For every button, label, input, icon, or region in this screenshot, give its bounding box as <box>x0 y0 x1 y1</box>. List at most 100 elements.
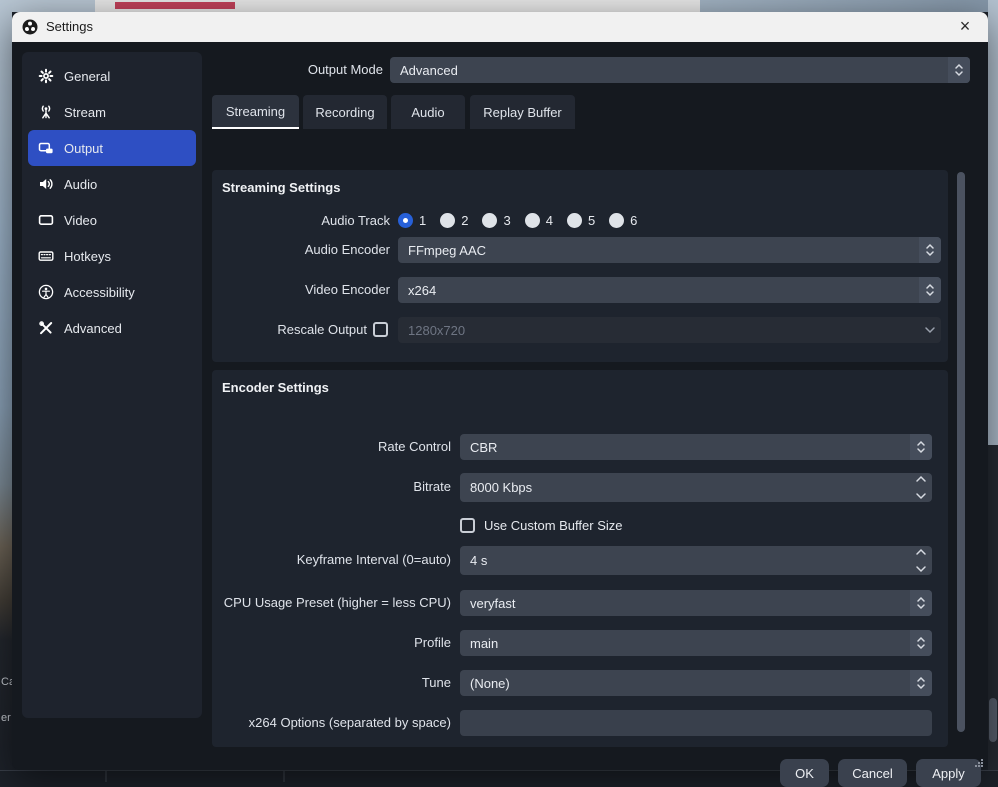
radio-label: 6 <box>630 213 637 228</box>
rate-control-select[interactable]: CBR <box>460 434 932 460</box>
keyboard-icon <box>38 248 54 264</box>
profile-label: Profile <box>212 630 451 656</box>
custom-buffer-label: Use Custom Buffer Size <box>484 518 622 533</box>
resize-grip-icon[interactable] <box>974 758 984 768</box>
vertical-scrollbar[interactable] <box>957 172 965 732</box>
video-encoder-value: x264 <box>408 283 436 298</box>
audio-track-radio-1[interactable]: 1 <box>398 213 426 228</box>
audio-track-radio-5[interactable]: 5 <box>567 213 595 228</box>
audio-track-radio-3[interactable]: 3 <box>482 213 510 228</box>
tab-replay-buffer[interactable]: Replay Buffer <box>470 95 575 129</box>
sidebar-item-output[interactable]: Output <box>28 130 196 166</box>
obs-logo-icon <box>22 19 38 35</box>
keyframe-interval-label: Keyframe Interval (0=auto) <box>212 547 451 573</box>
tab-recording[interactable]: Recording <box>303 95 387 129</box>
spinner-updown-icon[interactable] <box>919 277 941 303</box>
tab-audio[interactable]: Audio <box>391 95 465 129</box>
radio-icon <box>525 213 540 228</box>
backdrop-sky <box>0 0 95 12</box>
spinner-updown-icon[interactable] <box>910 434 932 460</box>
cpu-preset-label: CPU Usage Preset (higher = less CPU) <box>212 590 451 616</box>
rescale-resolution-value: 1280x720 <box>408 323 465 338</box>
spinner-updown-icon[interactable] <box>919 237 941 263</box>
sidebar-item-label: Output <box>64 141 103 156</box>
backdrop-sky <box>700 0 998 12</box>
tab-label: Audio <box>411 105 444 120</box>
title-bar[interactable]: Settings × <box>12 12 988 42</box>
cancel-button[interactable]: Cancel <box>838 759 907 787</box>
settings-window: Settings × General <box>12 12 988 770</box>
custom-buffer-checkbox[interactable] <box>460 518 475 533</box>
sidebar-item-label: General <box>64 69 110 84</box>
x264-options-input[interactable] <box>460 710 932 736</box>
output-mode-label: Output Mode <box>212 57 383 83</box>
audio-track-radio-6[interactable]: 6 <box>609 213 637 228</box>
screen-share-icon <box>38 140 54 156</box>
sidebar-item-general[interactable]: General <box>28 58 196 94</box>
sidebar-item-label: Stream <box>64 105 106 120</box>
divider <box>105 771 107 782</box>
backdrop-right-strip <box>988 0 998 781</box>
broadcast-icon <box>38 104 54 120</box>
arrow-down-icon[interactable] <box>915 492 927 500</box>
backdrop-top-window <box>0 0 998 12</box>
backdrop-red-bar <box>115 2 235 9</box>
audio-encoder-label: Audio Encoder <box>212 237 390 263</box>
tab-streaming[interactable]: Streaming <box>212 95 299 129</box>
speaker-icon <box>38 176 54 192</box>
output-mode-select[interactable]: Advanced <box>390 57 970 83</box>
audio-track-radio-2[interactable]: 2 <box>440 213 468 228</box>
bitrate-spinbox[interactable]: 8000 Kbps <box>460 473 932 502</box>
cpu-preset-select[interactable]: veryfast <box>460 590 932 616</box>
gear-icon <box>38 68 54 84</box>
sidebar-item-stream[interactable]: Stream <box>28 94 196 130</box>
sidebar-item-hotkeys[interactable]: Hotkeys <box>28 238 196 274</box>
rescale-output-checkbox[interactable] <box>373 322 388 337</box>
sidebar-item-accessibility[interactable]: Accessibility <box>28 274 196 310</box>
arrow-up-icon[interactable] <box>915 548 927 556</box>
radio-icon <box>567 213 582 228</box>
spinner-updown-icon[interactable] <box>910 590 932 616</box>
rescale-resolution-combo[interactable]: 1280x720 <box>398 317 941 343</box>
audio-track-radio-4[interactable]: 4 <box>525 213 553 228</box>
video-encoder-select[interactable]: x264 <box>398 277 941 303</box>
tab-label: Streaming <box>226 104 285 119</box>
divider <box>283 771 285 782</box>
sidebar-item-audio[interactable]: Audio <box>28 166 196 202</box>
window-title: Settings <box>46 12 93 42</box>
rate-control-label: Rate Control <box>212 434 451 460</box>
radio-label: 2 <box>461 213 468 228</box>
sidebar-item-advanced[interactable]: Advanced <box>28 310 196 346</box>
tab-label: Replay Buffer <box>483 105 562 120</box>
spinner-updown-icon[interactable] <box>910 630 932 656</box>
section-title: Streaming Settings <box>222 180 340 195</box>
sidebar-item-video[interactable]: Video <box>28 202 196 238</box>
settings-sidebar: General Stream <box>22 52 202 718</box>
rate-control-value: CBR <box>470 440 497 455</box>
bitrate-label: Bitrate <box>212 474 451 500</box>
tune-select[interactable]: (None) <box>460 670 932 696</box>
tab-label: Recording <box>315 105 374 120</box>
audio-track-label: Audio Track <box>212 208 390 234</box>
radio-label: 4 <box>546 213 553 228</box>
spinner-updown-icon[interactable] <box>910 670 932 696</box>
close-button[interactable]: × <box>950 12 980 42</box>
section-title: Encoder Settings <box>222 380 329 395</box>
output-mode-value: Advanced <box>400 63 458 78</box>
ok-button[interactable]: OK <box>780 759 829 787</box>
profile-value: main <box>470 636 498 651</box>
tune-value: (None) <box>470 676 510 691</box>
keyframe-interval-value: 4 s <box>470 553 487 568</box>
sidebar-item-label: Advanced <box>64 321 122 336</box>
arrow-down-icon[interactable] <box>915 565 927 573</box>
apply-button[interactable]: Apply <box>916 759 981 787</box>
profile-select[interactable]: main <box>460 630 932 656</box>
keyframe-interval-spinbox[interactable]: 4 s <box>460 546 932 575</box>
cpu-preset-value: veryfast <box>470 596 516 611</box>
arrow-up-icon[interactable] <box>915 475 927 483</box>
chevron-down-icon <box>924 326 936 334</box>
sidebar-item-label: Hotkeys <box>64 249 111 264</box>
spinner-updown-icon[interactable] <box>948 57 970 83</box>
audio-encoder-value: FFmpeg AAC <box>408 243 486 258</box>
audio-encoder-select[interactable]: FFmpeg AAC <box>398 237 941 263</box>
